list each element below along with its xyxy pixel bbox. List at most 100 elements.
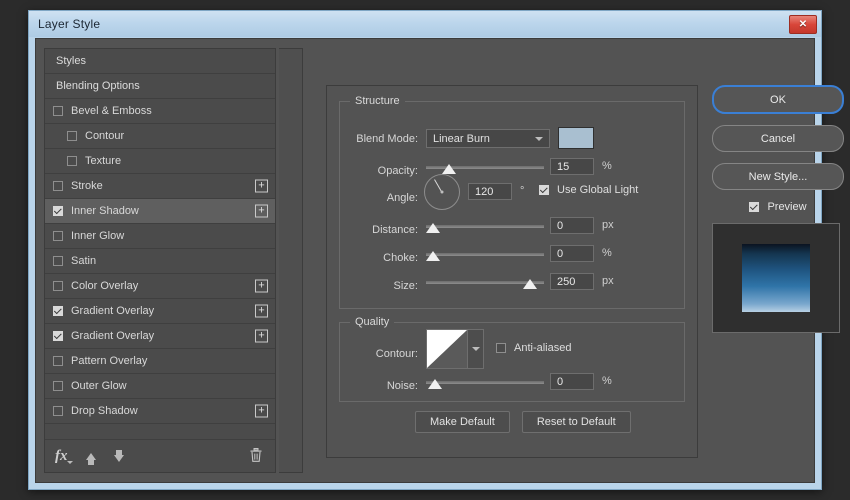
style-item-label: Outer Glow	[71, 380, 127, 392]
style-item-checkbox[interactable]	[53, 231, 63, 241]
size-input[interactable]: 250	[550, 273, 594, 290]
style-item-label: Texture	[85, 155, 121, 167]
style-list-item-gradient-overlay[interactable]: Gradient Overlay +	[45, 324, 275, 349]
styles-list-toolbar: fx	[45, 439, 275, 472]
style-item-checkbox[interactable]	[53, 306, 63, 316]
style-item-checkbox[interactable]	[53, 181, 63, 191]
distance-slider[interactable]	[426, 219, 544, 235]
preview-checkbox[interactable]: Preview	[712, 201, 844, 213]
fx-icon[interactable]: fx	[55, 448, 68, 465]
cancel-button[interactable]: Cancel	[712, 125, 844, 152]
style-list-item-bevel-emboss[interactable]: Bevel & Emboss	[45, 99, 275, 124]
noise-input[interactable]: 0	[550, 373, 594, 390]
add-effect-icon[interactable]: +	[255, 405, 268, 418]
style-list-item-gradient-overlay[interactable]: Gradient Overlay+	[45, 299, 275, 324]
styles-list[interactable]: Styles Blending Options Bevel & EmbossCont…	[45, 49, 275, 438]
angle-dial[interactable]	[424, 174, 460, 210]
choke-slider-thumb[interactable]	[426, 251, 440, 261]
size-slider[interactable]	[426, 275, 544, 291]
style-item-checkbox[interactable]	[53, 256, 63, 266]
angle-unit: °	[520, 185, 524, 197]
structure-group-title: Structure	[350, 95, 405, 107]
anti-aliased-checkbox[interactable]: Anti-aliased	[496, 342, 571, 354]
style-item-checkbox[interactable]	[53, 281, 63, 291]
noise-unit: %	[602, 375, 612, 387]
page-title: Layer Style	[38, 17, 100, 31]
noise-slider[interactable]	[426, 375, 544, 391]
style-list-item-outer-glow[interactable]: Outer Glow	[45, 374, 275, 399]
choke-input[interactable]: 0	[550, 245, 594, 262]
noise-slider-thumb[interactable]	[428, 379, 442, 389]
style-item-label: Gradient Overlay	[71, 330, 154, 342]
style-list-item-texture[interactable]: Texture	[45, 149, 275, 174]
add-effect-icon[interactable]: +	[255, 305, 268, 318]
add-effect-icon[interactable]: +	[255, 180, 268, 193]
style-list-item-pattern-overlay[interactable]: Pattern Overlay	[45, 349, 275, 374]
style-list-item-satin[interactable]: Satin	[45, 249, 275, 274]
reset-to-default-button[interactable]: Reset to Default	[522, 411, 631, 433]
style-list-item-drop-shadow[interactable]: Drop Shadow +	[45, 399, 275, 424]
chevron-down-icon	[472, 347, 480, 351]
desktop-background: Layer Style ✕ Styles Blending Options Beve…	[0, 0, 850, 500]
shadow-color-swatch[interactable]	[558, 127, 594, 149]
style-item-checkbox[interactable]	[53, 206, 63, 216]
style-item-label: Inner Shadow	[71, 205, 139, 217]
quality-group-title: Quality	[350, 316, 394, 328]
move-up-icon[interactable]	[86, 453, 96, 460]
close-icon[interactable]: ✕	[789, 15, 817, 34]
style-list-item-styles[interactable]: Styles	[45, 49, 275, 74]
blend-mode-select[interactable]: Linear Burn	[426, 129, 550, 148]
structure-group: Structure Blend Mode: Linear Burn Opacit…	[339, 101, 685, 309]
trash-icon[interactable]	[249, 447, 263, 466]
noise-slider-track	[426, 381, 544, 384]
distance-label: Distance:	[340, 224, 418, 236]
style-item-checkbox[interactable]	[67, 131, 77, 141]
contour-dropdown-button[interactable]	[468, 329, 484, 369]
size-label: Size:	[340, 280, 418, 292]
opacity-label: Opacity:	[340, 165, 418, 177]
blend-mode-label: Blend Mode:	[340, 133, 418, 145]
title-bar[interactable]: Layer Style ✕	[29, 11, 821, 37]
style-list-item-blending-options[interactable]: Blending Options	[45, 74, 275, 99]
style-list-item-inner-shadow[interactable]: Inner Shadow +	[45, 199, 275, 224]
style-item-checkbox[interactable]	[53, 106, 63, 116]
ok-button[interactable]: OK	[712, 85, 844, 114]
size-slider-thumb[interactable]	[523, 279, 537, 289]
add-effect-icon[interactable]: +	[255, 280, 268, 293]
style-item-checkbox[interactable]	[53, 406, 63, 416]
style-item-label: Drop Shadow	[71, 405, 138, 417]
choke-slider[interactable]	[426, 247, 544, 263]
angle-input[interactable]: 120	[468, 183, 512, 200]
default-buttons: Make Default Reset to Default	[415, 411, 631, 433]
distance-input[interactable]: 0	[550, 217, 594, 234]
new-style-button[interactable]: New Style...	[712, 163, 844, 190]
contour-picker[interactable]	[426, 329, 484, 369]
styles-list-scroll-area[interactable]	[279, 48, 303, 473]
style-item-label: Satin	[71, 255, 96, 267]
blend-mode-value: Linear Burn	[433, 133, 490, 145]
opacity-input[interactable]: 15	[550, 158, 594, 175]
style-item-checkbox[interactable]	[67, 156, 77, 166]
add-effect-icon[interactable]: +	[255, 205, 268, 218]
style-item-label: Blending Options	[56, 80, 140, 92]
contour-preview[interactable]	[426, 329, 468, 369]
choke-slider-track	[426, 253, 544, 256]
style-list-item-color-overlay[interactable]: Color Overlay+	[45, 274, 275, 299]
style-list-item-contour[interactable]: Contour	[45, 124, 275, 149]
style-list-item-inner-glow[interactable]: Inner Glow	[45, 224, 275, 249]
style-item-label: Inner Glow	[71, 230, 124, 242]
style-item-checkbox[interactable]	[53, 331, 63, 341]
move-down-icon[interactable]	[114, 455, 124, 462]
distance-slider-thumb[interactable]	[426, 223, 440, 233]
preview-check-icon	[749, 202, 759, 212]
layer-style-dialog: Layer Style ✕ Styles Blending Options Beve…	[28, 10, 822, 490]
make-default-button[interactable]: Make Default	[415, 411, 510, 433]
chevron-down-icon	[535, 137, 543, 141]
style-item-checkbox[interactable]	[53, 381, 63, 391]
opacity-slider-thumb[interactable]	[442, 164, 456, 174]
style-item-checkbox[interactable]	[53, 356, 63, 366]
dialog-actions: OK Cancel New Style... Preview	[712, 85, 844, 333]
style-list-item-stroke[interactable]: Stroke+	[45, 174, 275, 199]
add-effect-icon[interactable]: +	[255, 330, 268, 343]
use-global-light-checkbox[interactable]: Use Global Light	[539, 184, 638, 196]
